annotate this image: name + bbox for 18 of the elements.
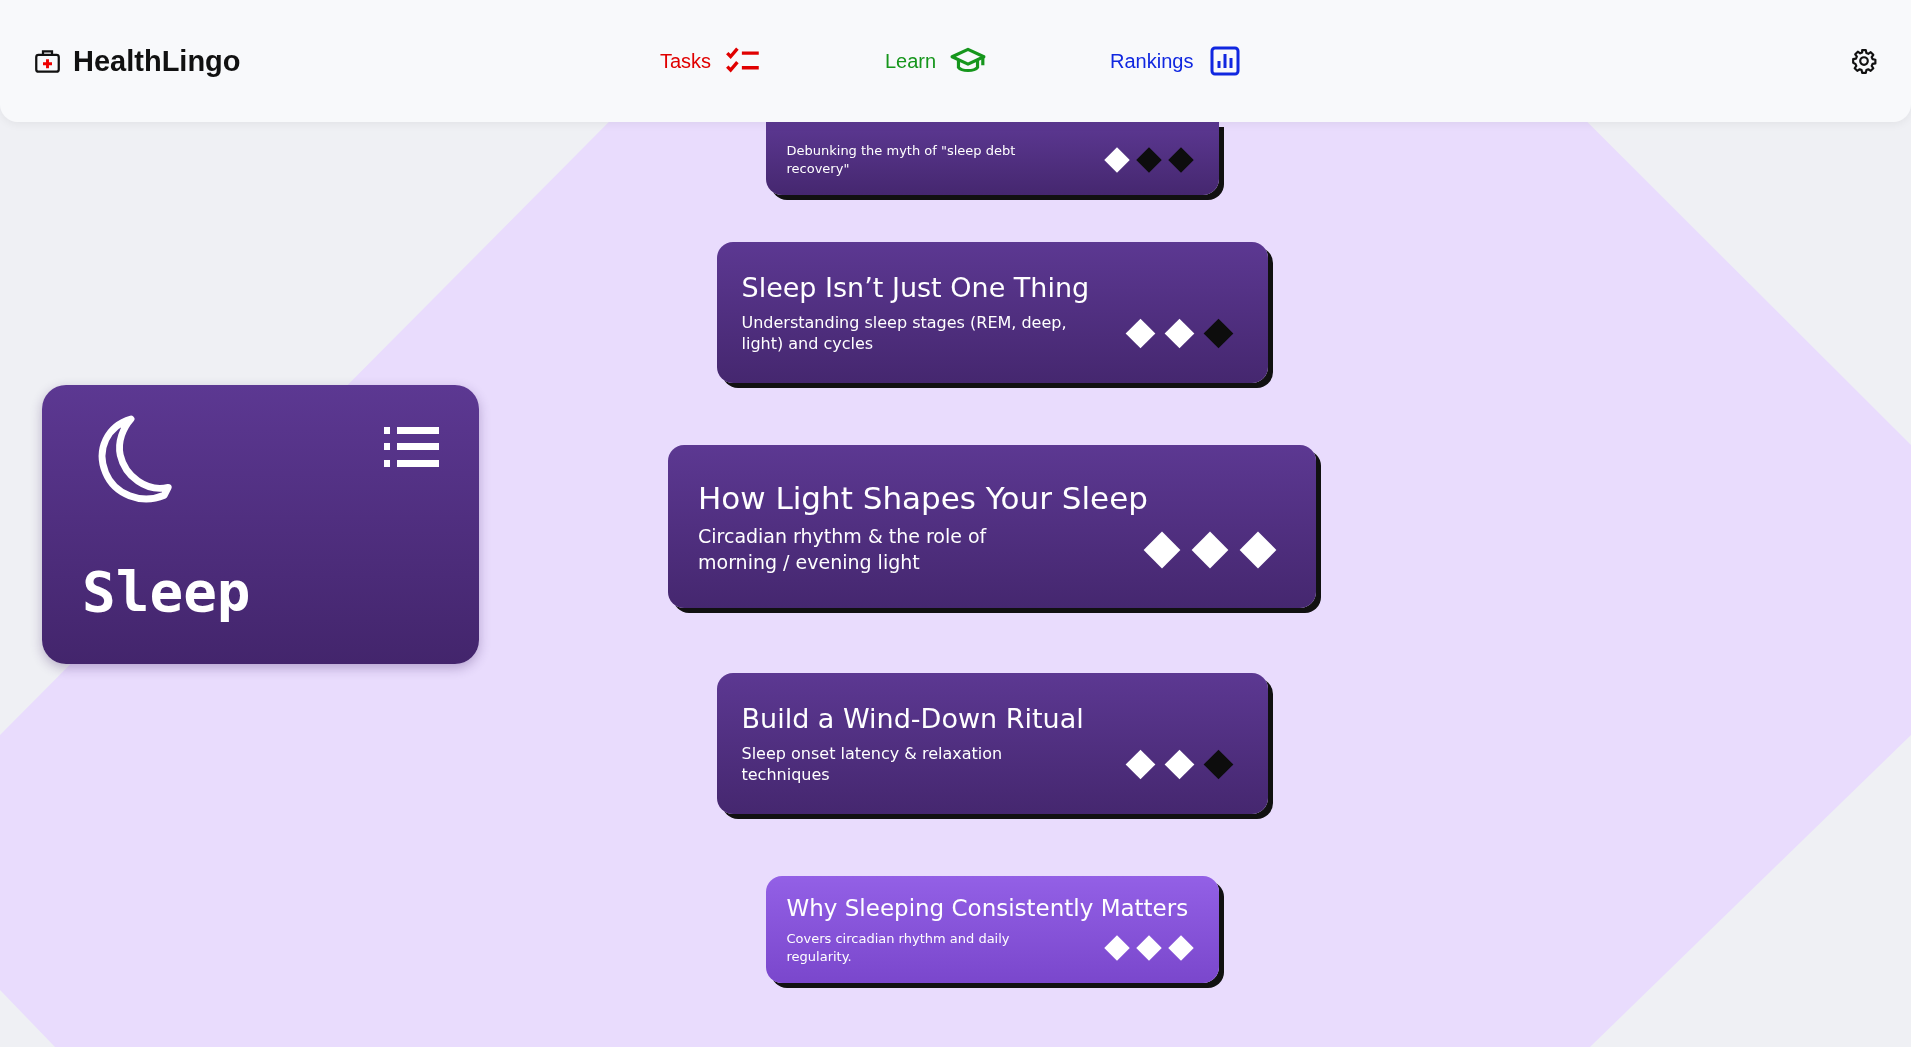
lesson-title: How Light Shapes Your Sleep [698, 478, 1149, 518]
unit-title: Sleep [82, 564, 252, 620]
nav-link[interactable]: Rankings [1110, 46, 1335, 76]
lesson-description: Sleep onset latency & relaxation techniques [741, 742, 1004, 786]
list-icon[interactable] [384, 427, 439, 467]
lesson-title: Build a Wind-Down Ritual [741, 702, 1085, 737]
settings-icon[interactable] [1851, 48, 1877, 74]
app-title: HealthLingo [73, 44, 241, 78]
first-aid-kit-icon [34, 47, 61, 75]
nav-link[interactable]: Learn [885, 46, 1110, 76]
lesson-description: Circadian rhythm & the role of morning / evening light [698, 524, 988, 575]
lesson-title: Why Sleeping Consistently Matters [786, 894, 1190, 924]
lesson-description: Debunking the myth of "sleep debt recovery" [786, 142, 1017, 178]
lesson-title: Sleep Isn’t Just One Thing [741, 271, 1091, 306]
lesson-description: Covers circadian rhythm and daily regularity. [786, 930, 1011, 966]
unit-card[interactable]: Sleep [42, 385, 479, 664]
lesson-description: Understanding sleep stages (REM, deep, light) and cycles [741, 311, 1068, 355]
nav-link[interactable]: Tasks [660, 46, 885, 76]
